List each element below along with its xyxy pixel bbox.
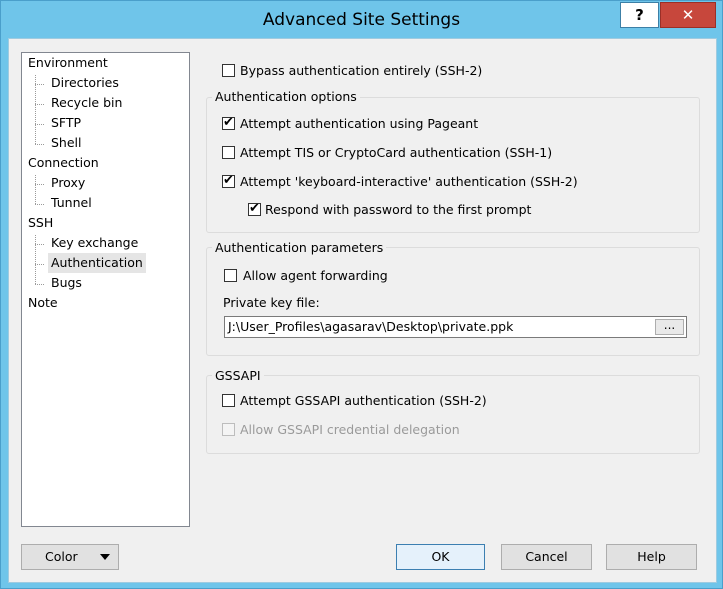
tree-item-sftp[interactable]: SFTP [48, 113, 84, 133]
tree-connector [35, 84, 44, 85]
title-bar[interactable]: Advanced Site Settings ? ✕ [1, 1, 722, 38]
tree-item-connection[interactable]: Connection [28, 153, 99, 173]
chevron-down-icon [100, 554, 110, 560]
tree-item-key-exchange[interactable]: Key exchange [48, 233, 141, 253]
dialog-client-area: Environment Directories Recycle bin SFTP… [8, 38, 717, 583]
tree-connector [35, 104, 44, 105]
ok-button[interactable]: OK [396, 544, 485, 570]
browse-key-button[interactable]: ... [655, 319, 684, 335]
gssapi-group [206, 375, 700, 454]
title-close-button[interactable]: ✕ [660, 2, 716, 28]
bypass-auth-label: Bypass authentication entirely (SSH-2) [240, 63, 483, 78]
tree-item-directories[interactable]: Directories [48, 73, 122, 93]
tree-item-note[interactable]: Note [28, 293, 58, 313]
bypass-auth-checkbox[interactable] [222, 64, 235, 77]
private-key-input[interactable]: J:\User_Profiles\agasarav\Desktop\privat… [224, 316, 687, 338]
tree-connector [35, 144, 44, 145]
gssapi-delegation-checkbox[interactable] [222, 423, 235, 436]
respond-password-label: Respond with password to the first promp… [265, 202, 532, 217]
tree-item-ssh[interactable]: SSH [28, 213, 53, 233]
auth-params-title: Authentication parameters [212, 240, 387, 255]
pageant-checkbox[interactable] [222, 114, 235, 132]
window-title: Advanced Site Settings [262, 10, 461, 30]
auth-options-title: Authentication options [212, 89, 360, 104]
tree-item-authentication[interactable]: Authentication [48, 253, 146, 273]
gssapi-title: GSSAPI [212, 368, 264, 383]
keyboard-interactive-checkbox[interactable] [222, 172, 235, 190]
color-button-label: Color [45, 549, 78, 564]
color-dropdown-button[interactable]: Color [21, 544, 119, 570]
tree-item-environment[interactable]: Environment [28, 53, 108, 73]
tree-connector [35, 75, 36, 144]
tree-connector [35, 284, 44, 285]
private-key-value: J:\User_Profiles\agasarav\Desktop\privat… [228, 319, 514, 334]
tree-connector [35, 175, 36, 204]
tree-item-shell[interactable]: Shell [48, 133, 85, 153]
tree-connector [35, 264, 44, 265]
tree-connector [35, 235, 36, 284]
tree-connector [35, 204, 44, 205]
agent-forwarding-checkbox[interactable] [224, 269, 237, 282]
gssapi-attempt-checkbox[interactable] [222, 394, 235, 407]
private-key-label: Private key file: [223, 295, 320, 310]
pageant-label: Attempt authentication using Pageant [240, 116, 479, 131]
keyboard-interactive-label: Attempt 'keyboard-interactive' authentic… [240, 174, 578, 189]
settings-tree[interactable]: Environment Directories Recycle bin SFTP… [21, 52, 190, 527]
tree-item-bugs[interactable]: Bugs [48, 273, 85, 293]
tree-item-tunnel[interactable]: Tunnel [48, 193, 95, 213]
respond-password-checkbox[interactable] [248, 200, 261, 218]
tree-item-proxy[interactable]: Proxy [48, 173, 88, 193]
tree-connector [35, 124, 44, 125]
tis-label: Attempt TIS or CryptoCard authentication… [240, 145, 553, 160]
title-help-button[interactable]: ? [620, 2, 659, 28]
tree-item-recycle-bin[interactable]: Recycle bin [48, 93, 125, 113]
advanced-site-settings-window: Advanced Site Settings ? ✕ Environment D… [0, 0, 723, 589]
gssapi-delegation-label: Allow GSSAPI credential delegation [240, 422, 460, 437]
tree-connector [35, 184, 44, 185]
gssapi-attempt-label: Attempt GSSAPI authentication (SSH-2) [240, 393, 487, 408]
tis-checkbox[interactable] [222, 146, 235, 159]
help-button[interactable]: Help [606, 544, 697, 570]
tree-connector [35, 244, 44, 245]
agent-forwarding-label: Allow agent forwarding [243, 268, 388, 283]
cancel-button[interactable]: Cancel [501, 544, 592, 570]
